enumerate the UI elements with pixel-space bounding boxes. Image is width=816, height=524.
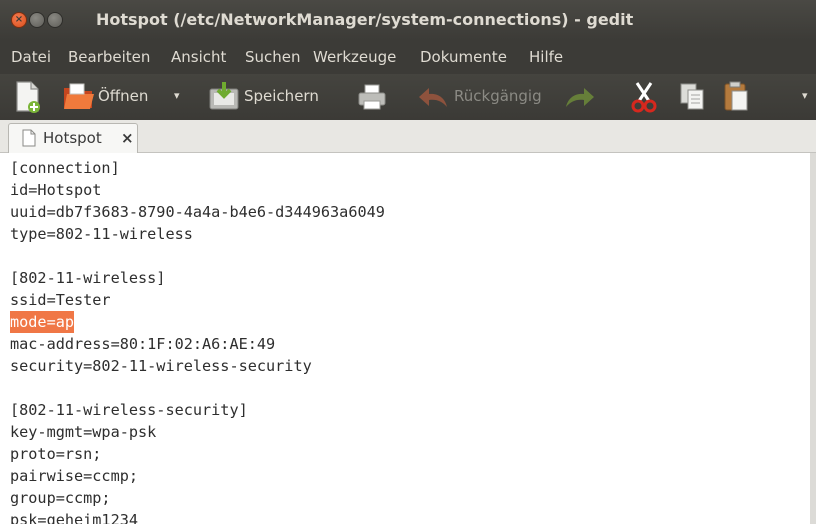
document-icon [22, 129, 36, 147]
open-dropdown-arrow-icon[interactable]: ▾ [174, 74, 180, 120]
document-tab-bar: Hotspot × [0, 120, 816, 153]
text-line[interactable]: mac-address=80:1F:02:A6:AE:49 [10, 333, 275, 355]
text-line[interactable]: [802-11-wireless-security] [10, 399, 248, 421]
menu-hilfe[interactable]: Hilfe [529, 40, 563, 74]
toolbar-overflow-arrow-icon[interactable]: ▾ [802, 74, 808, 120]
open-label: Öffnen [98, 87, 149, 105]
menu-dokumente[interactable]: Dokumente [420, 40, 507, 74]
save-icon [209, 82, 239, 110]
text-line[interactable]: key-mgmt=wpa-psk [10, 421, 156, 443]
text-line[interactable]: [connection] [10, 157, 120, 179]
title-bar: × Hotspot (/etc/NetworkManager/system-co… [0, 0, 816, 40]
tab-hotspot[interactable]: Hotspot × [8, 123, 138, 153]
menu-suchen[interactable]: Suchen [245, 40, 301, 74]
tab-label: Hotspot [43, 129, 102, 147]
menu-bearbeiten[interactable]: Bearbeiten [68, 40, 150, 74]
toolbar: Öffnen ▾ Speichern Rückgängig ▾ [0, 74, 816, 120]
text-editor[interactable]: [connection] id=Hotspot uuid=db7f3683-8790… [0, 153, 810, 524]
print-button[interactable] [354, 74, 390, 120]
open-button[interactable]: Öffnen ▾ [60, 74, 190, 120]
undo-arrow-icon [419, 88, 447, 107]
selected-text-line[interactable]: mode=ap [10, 311, 75, 333]
text-line[interactable]: pairwise=ccmp; [10, 465, 138, 487]
text-line[interactable]: [802-11-wireless] [10, 267, 165, 289]
menu-bar: Datei Bearbeiten Ansicht Suchen Werkzeug… [0, 40, 816, 74]
undo-button[interactable]: Rückgängig [414, 74, 552, 120]
undo-label: Rückgängig [454, 87, 542, 105]
scissors-icon [631, 82, 657, 113]
paste-button[interactable] [718, 74, 754, 120]
menu-datei[interactable]: Datei [11, 40, 51, 74]
new-document-icon [16, 81, 40, 113]
folder-open-icon [64, 83, 94, 109]
text-line[interactable]: ssid=Tester [10, 289, 111, 311]
text-line[interactable]: type=802-11-wireless [10, 223, 193, 245]
text-line[interactable]: psk=geheim1234 [10, 509, 138, 524]
redo-arrow-icon [566, 88, 594, 107]
redo-button[interactable] [562, 74, 598, 120]
text-line[interactable]: uuid=db7f3683-8790-4a4a-b4e6-d344963a604… [10, 201, 385, 223]
printer-icon [358, 84, 386, 110]
save-button[interactable]: Speichern [206, 74, 330, 120]
text-line[interactable]: security=802-11-wireless-security [10, 355, 312, 377]
window-title: Hotspot (/etc/NetworkManager/system-conn… [96, 10, 634, 29]
menu-ansicht[interactable]: Ansicht [171, 40, 226, 74]
minimize-window-button[interactable] [29, 12, 45, 28]
tab-close-icon[interactable]: × [121, 124, 134, 152]
close-icon: × [14, 14, 24, 25]
gedit-window: × Hotspot (/etc/NetworkManager/system-co… [0, 0, 816, 524]
text-line[interactable]: proto=rsn; [10, 443, 101, 465]
maximize-window-button[interactable] [47, 12, 63, 28]
new-document-button[interactable] [10, 74, 46, 120]
vertical-scrollbar[interactable] [810, 153, 816, 524]
close-window-button[interactable]: × [11, 12, 27, 28]
text-line[interactable]: id=Hotspot [10, 179, 101, 201]
copy-button[interactable] [674, 74, 710, 120]
clipboard-icon [724, 81, 748, 111]
copy-icon [680, 83, 704, 110]
text-line[interactable]: group=ccmp; [10, 487, 111, 509]
menu-werkzeuge[interactable]: Werkzeuge [313, 40, 396, 74]
save-label: Speichern [244, 87, 319, 105]
cut-button[interactable] [626, 74, 662, 120]
